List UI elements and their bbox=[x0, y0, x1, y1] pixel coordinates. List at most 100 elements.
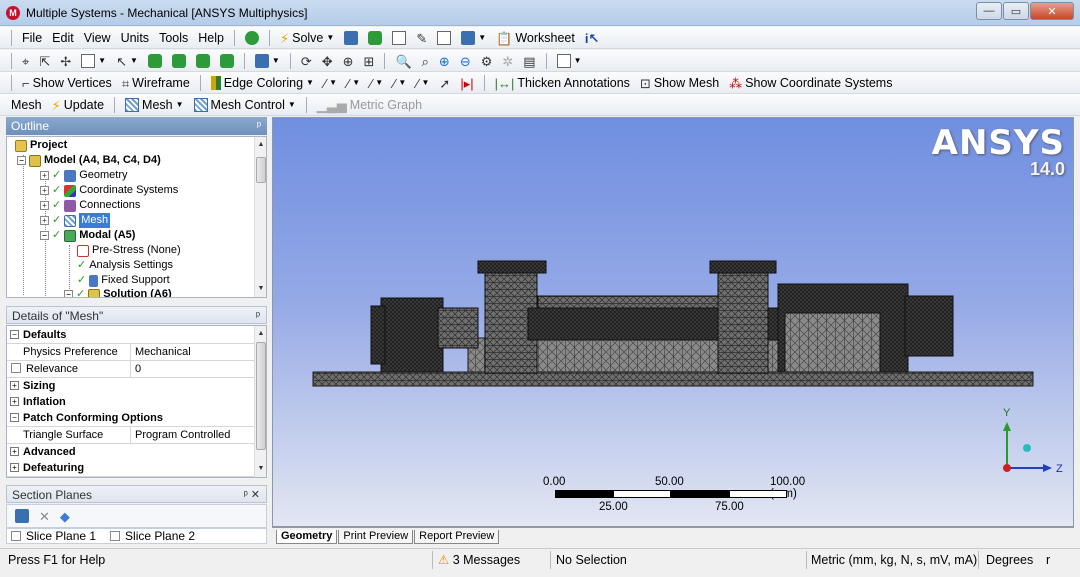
chevron-down-icon[interactable]: ▼ bbox=[306, 78, 314, 87]
mesh-right-housing[interactable] bbox=[777, 283, 954, 373]
mesh-base-plate[interactable] bbox=[312, 371, 1034, 387]
tree-item-mesh[interactable]: + ✓ Mesh bbox=[40, 213, 111, 228]
menu-file[interactable]: File bbox=[19, 29, 45, 47]
scroll-up-icon[interactable]: ▲ bbox=[255, 139, 266, 151]
zoom-in-button[interactable]: ⊕ bbox=[436, 52, 453, 70]
property-value[interactable]: 0 bbox=[131, 361, 141, 377]
mesh-left-motor[interactable] bbox=[370, 297, 479, 373]
mechanical-app-icon[interactable]: M bbox=[6, 5, 20, 20]
zoom-select-button[interactable]: ⌕ bbox=[419, 52, 432, 70]
tab-print-preview[interactable]: Print Preview bbox=[338, 530, 414, 544]
details-scrollbar[interactable]: ▲ ▼ bbox=[254, 326, 266, 477]
tree-item-coordinate-systems[interactable]: + ✓ Coordinate Systems bbox=[40, 183, 178, 198]
extend-selection-button[interactable]: ▼ bbox=[252, 52, 283, 70]
tree-item-modal[interactable]: − ✓ Modal (A5) bbox=[40, 228, 135, 243]
metric-graph-button[interactable]: ▁▃▅ Metric Graph bbox=[314, 96, 425, 114]
mesh-right-support[interactable] bbox=[709, 260, 777, 374]
collapse-icon[interactable]: − bbox=[10, 413, 19, 423]
edge-style-1-button[interactable]: ⁄ ▼ bbox=[321, 74, 340, 92]
minimize-button[interactable]: — bbox=[976, 2, 1002, 20]
property-value[interactable]: Mechanical bbox=[131, 344, 191, 360]
zoom-button[interactable]: ⊕ bbox=[340, 52, 357, 70]
details-row-triangle-surface-mesher[interactable]: Triangle Surface Mesher Program Controll… bbox=[7, 427, 255, 457]
property-value[interactable]: Program Controlled bbox=[131, 427, 230, 443]
chevron-down-icon[interactable]: ▼ bbox=[352, 78, 360, 87]
results-button[interactable] bbox=[365, 29, 385, 47]
next-view-button[interactable]: ▤ bbox=[520, 52, 538, 70]
collapse-icon[interactable]: − bbox=[17, 156, 26, 165]
chevron-down-icon[interactable]: ▼ bbox=[176, 100, 184, 109]
collapse-icon[interactable]: − bbox=[10, 330, 19, 340]
tab-report-preview[interactable]: Report Preview bbox=[414, 530, 500, 544]
tree-item-fixed-support[interactable]: ✓ Fixed Support bbox=[77, 273, 170, 288]
slice-plane-2[interactable]: Slice Plane 2 bbox=[110, 529, 195, 543]
chevron-down-icon[interactable]: ▼ bbox=[421, 78, 429, 87]
new-section-plane-icon[interactable] bbox=[15, 509, 29, 523]
probe-button[interactable]: ⇱ bbox=[36, 52, 53, 70]
details-group-defaults[interactable]: − Defaults bbox=[7, 327, 255, 344]
mesh-model-svg[interactable]: Y Z bbox=[273, 118, 1074, 527]
previous-view-button[interactable]: ✲ bbox=[499, 52, 516, 70]
scroll-up-icon[interactable]: ▲ bbox=[255, 328, 266, 340]
mesh-control-dropdown-button[interactable]: Mesh Control ▼ bbox=[191, 96, 299, 114]
pin-icon[interactable]: ᵖ bbox=[257, 117, 261, 135]
solve-button[interactable]: ⚡ Solve ▼ bbox=[277, 29, 337, 47]
expand-icon[interactable]: + bbox=[40, 186, 49, 195]
menu-help[interactable]: Help bbox=[195, 29, 227, 47]
show-mesh-button[interactable]: ⊡ Show Mesh bbox=[637, 74, 722, 92]
image-button[interactable]: ▼ bbox=[458, 29, 489, 47]
expand-icon[interactable]: + bbox=[10, 397, 19, 407]
pin-close-icons[interactable]: ᵖ ✕ bbox=[244, 486, 260, 504]
chevron-down-icon[interactable]: ▼ bbox=[288, 100, 296, 109]
tree-item-geometry[interactable]: + ✓ Geometry bbox=[40, 168, 128, 183]
menu-edit[interactable]: Edit bbox=[49, 29, 77, 47]
chevron-down-icon[interactable]: ▼ bbox=[478, 33, 486, 42]
scroll-thumb[interactable] bbox=[256, 342, 266, 450]
chevron-down-icon[interactable]: ▼ bbox=[329, 78, 337, 87]
status-messages[interactable]: ⚠ 3 Messages bbox=[438, 551, 520, 569]
thicken-annotations-button[interactable]: |↔| Thicken Annotations bbox=[492, 74, 633, 92]
chevron-down-icon[interactable]: ▼ bbox=[326, 33, 334, 42]
details-row-relevance[interactable]: Relevance 0 bbox=[7, 361, 255, 378]
update-button[interactable]: ⚡ Update bbox=[49, 96, 107, 114]
chevron-down-icon[interactable]: ▼ bbox=[398, 78, 406, 87]
mesh-dropdown-button[interactable]: Mesh ▼ bbox=[122, 96, 187, 114]
graphics-viewport[interactable]: ANSYS 14.0 Y Z 0.00 50.00 100.00 25.00 7… bbox=[272, 117, 1074, 527]
slice-plane-checkbox[interactable] bbox=[11, 531, 21, 541]
edit-section-icon[interactable]: ◆ bbox=[60, 509, 70, 524]
expand-icon[interactable]: + bbox=[40, 201, 49, 210]
scroll-down-icon[interactable]: ▼ bbox=[255, 463, 266, 475]
zoom-fit-button[interactable]: 🔍 bbox=[392, 52, 414, 70]
pan-button[interactable]: ✥ bbox=[319, 52, 336, 70]
expand-icon[interactable]: + bbox=[40, 171, 49, 180]
edge-direction-button[interactable]: ➚ bbox=[436, 74, 453, 92]
expand-icon[interactable]: + bbox=[10, 381, 19, 391]
label-button[interactable]: ⌖ bbox=[19, 52, 32, 70]
chevron-down-icon[interactable]: ▼ bbox=[130, 56, 138, 65]
chevron-down-icon[interactable]: ▼ bbox=[574, 56, 582, 65]
tree-item-connections[interactable]: + ✓ Connections bbox=[40, 198, 140, 213]
expand-icon[interactable]: + bbox=[40, 216, 49, 225]
edge-style-3-button[interactable]: ⁄ ▼ bbox=[367, 74, 386, 92]
details-group-inflation[interactable]: + Inflation bbox=[7, 394, 255, 411]
new-analysis-button[interactable] bbox=[341, 29, 361, 47]
details-group-advanced[interactable]: + Advanced bbox=[7, 444, 255, 461]
coordinate-button[interactable]: ✢ bbox=[57, 52, 74, 70]
face-select-button[interactable] bbox=[193, 52, 213, 70]
details-group-sizing[interactable]: + Sizing bbox=[7, 378, 255, 395]
check-button[interactable] bbox=[242, 29, 262, 47]
edge-marker-button[interactable]: |▸| bbox=[457, 74, 476, 92]
select-type-button[interactable]: ↖ ▼ bbox=[113, 52, 141, 70]
details-row-physics-preference[interactable]: Physics Preference Mechanical bbox=[7, 344, 255, 361]
body-select-button[interactable] bbox=[217, 52, 237, 70]
chevron-down-icon[interactable]: ▼ bbox=[98, 56, 106, 65]
slice-plane-1[interactable]: Slice Plane 1 bbox=[11, 529, 96, 543]
expand-icon[interactable]: + bbox=[10, 463, 19, 473]
maximize-button[interactable]: ▭ bbox=[1003, 2, 1029, 20]
tree-item-pre-stress[interactable]: Pre-Stress (None) bbox=[77, 243, 181, 258]
tree-item-project[interactable]: Project bbox=[15, 138, 67, 153]
worksheet-button[interactable]: 📋 Worksheet bbox=[493, 29, 578, 47]
zoom-box-button[interactable]: ⊞ bbox=[361, 52, 378, 70]
details-group-patch-conforming[interactable]: − Patch Conforming Options bbox=[7, 410, 255, 427]
edge-style-4-button[interactable]: ⁄ ▼ bbox=[390, 74, 409, 92]
